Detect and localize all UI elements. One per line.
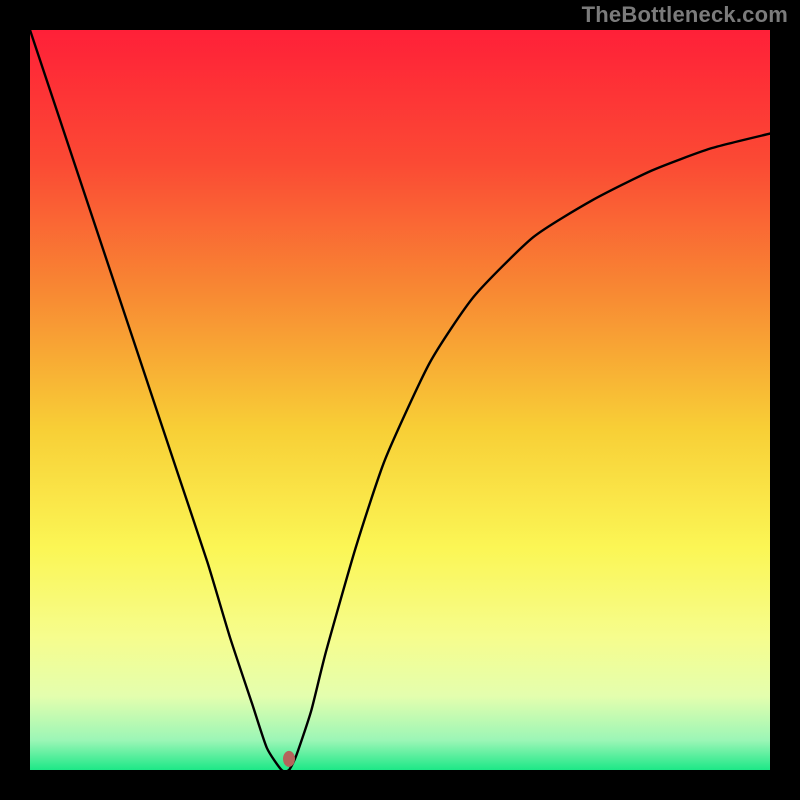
- chart-frame: TheBottleneck.com: [0, 0, 800, 800]
- plot-area: [30, 30, 770, 770]
- gradient-background: [30, 30, 770, 770]
- watermark-text: TheBottleneck.com: [582, 2, 788, 28]
- bottleneck-chart: [30, 30, 770, 770]
- marker-dot: [283, 751, 295, 767]
